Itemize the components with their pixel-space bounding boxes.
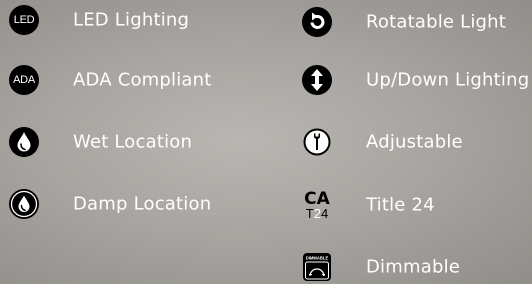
legend-label: Rotatable Light — [366, 11, 507, 33]
legend-label: Adjustable — [366, 131, 463, 153]
wrench-icon — [300, 125, 334, 159]
title24-icon: CA T24 — [304, 188, 330, 221]
legend-label: Wet Location — [73, 131, 193, 153]
up-down-arrow-icon — [300, 63, 334, 97]
legend-label: Title 24 — [366, 194, 435, 216]
legend-label: Up/Down Lighting — [366, 69, 530, 91]
legend-label: LED Lighting — [73, 9, 190, 31]
rotate-icon — [300, 5, 334, 39]
legend-label: Dimmable — [366, 256, 461, 278]
svg-text:DIMMABLE: DIMMABLE — [306, 256, 329, 261]
legend-label: Damp Location — [73, 193, 212, 215]
water-drop-icon — [7, 125, 41, 159]
feature-legend: LED LED Lighting ADA ADA Compliant Wet L… — [0, 0, 532, 281]
dimmable-icon: DIMMABLE — [300, 250, 334, 284]
damp-drop-icon — [7, 187, 41, 221]
legend-label: ADA Compliant — [73, 69, 212, 91]
ada-icon: ADA — [7, 63, 41, 97]
led-icon: LED — [7, 3, 41, 37]
